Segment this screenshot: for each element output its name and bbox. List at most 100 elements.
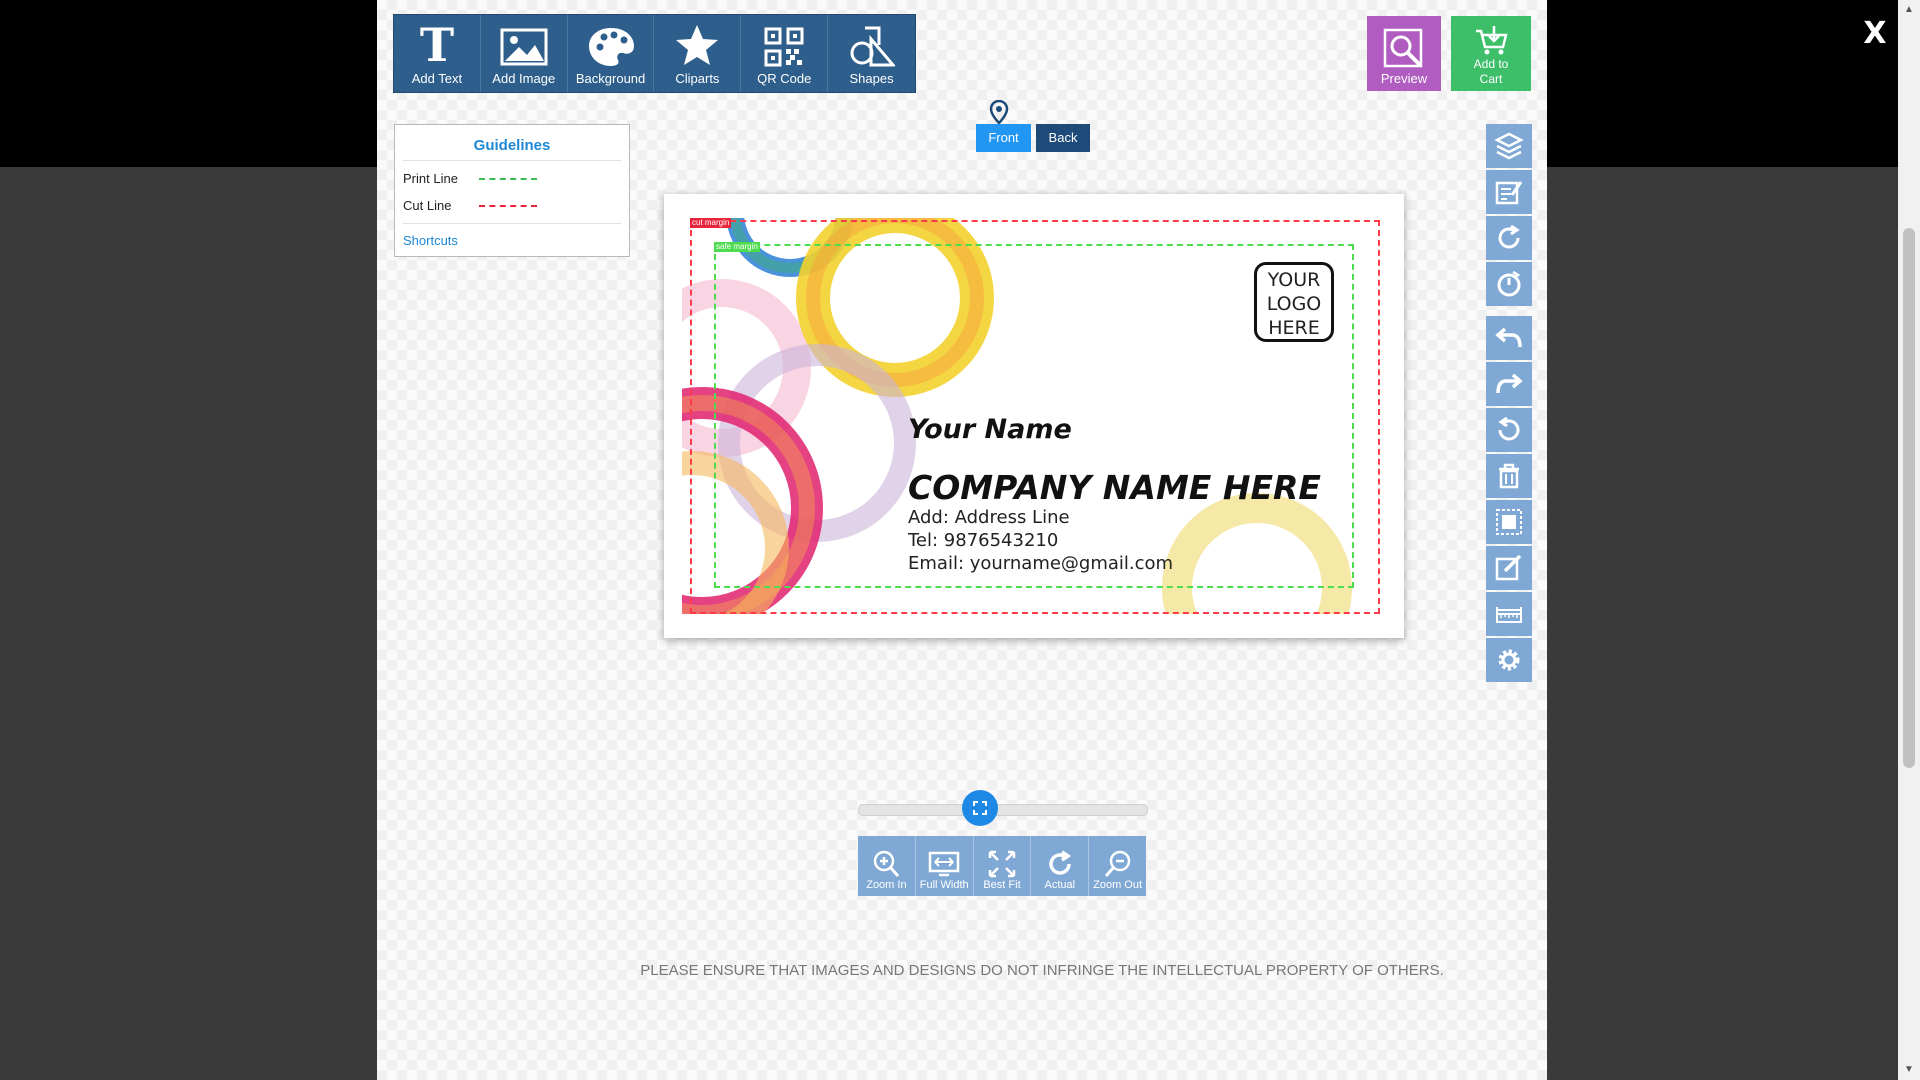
- redo-button[interactable]: [1486, 362, 1532, 406]
- rotate-circle-icon: [1497, 270, 1521, 297]
- zoom-slider-track[interactable]: [858, 804, 1148, 816]
- zoom-out-icon: [1104, 850, 1130, 877]
- add-to-cart-label-1: Add to: [1473, 57, 1509, 71]
- name-text[interactable]: Your Name: [908, 414, 1072, 445]
- background-label: Background: [575, 71, 646, 86]
- ruler-icon: [1496, 607, 1522, 623]
- edit-icon: [1495, 554, 1522, 581]
- trash-icon: [1499, 463, 1519, 489]
- settings-icon: [1498, 649, 1520, 671]
- qr-code-label: QR Code: [757, 71, 812, 86]
- edit-button[interactable]: [1486, 546, 1532, 590]
- cut-line-swatch: [479, 204, 537, 207]
- ruler-button[interactable]: [1486, 592, 1532, 636]
- logo-line-1: YOUR: [1267, 269, 1321, 291]
- actual-size-label: Actual: [1044, 879, 1076, 891]
- ip-disclaimer: PLEASE ENSURE THAT IMAGES AND DESIGNS DO…: [640, 962, 1444, 979]
- zoom-slider-handle[interactable]: [961, 790, 998, 826]
- cart-icon: [1476, 26, 1508, 55]
- reset-icon: [1498, 416, 1520, 441]
- add-image-button[interactable]: Add Image: [481, 15, 568, 92]
- cut-line-legend: Cut Line: [403, 192, 621, 219]
- reset-button[interactable]: [1486, 408, 1532, 452]
- undo-icon: [1495, 327, 1522, 348]
- address-text[interactable]: Add: Address Line: [908, 507, 1070, 528]
- scroll-thumb[interactable]: [1903, 228, 1915, 768]
- edit-note-icon: [1495, 181, 1523, 205]
- designer-panel: T Add Text Add Image Background Cliparts…: [377, 0, 1547, 1080]
- shortcuts-link[interactable]: Shortcuts: [403, 223, 621, 248]
- print-line-label: Print Line: [403, 171, 458, 186]
- undo-button[interactable]: [1486, 316, 1532, 360]
- shapes-button[interactable]: Shapes: [828, 15, 915, 92]
- select-all-icon: [1496, 509, 1522, 535]
- text-icon: T: [420, 23, 454, 67]
- scroll-down-arrow-icon[interactable]: ▼: [1898, 1060, 1920, 1080]
- best-fit-button[interactable]: Best Fit: [974, 836, 1032, 896]
- add-to-cart-label-2: Cart: [1479, 72, 1503, 86]
- qr-code-button[interactable]: QR Code: [741, 15, 829, 92]
- cliparts-button[interactable]: Cliparts: [654, 15, 742, 92]
- page-scrollbar[interactable]: ▲ ▼: [1898, 0, 1920, 1080]
- select-all-button[interactable]: [1486, 500, 1532, 544]
- tab-back[interactable]: Back: [1036, 124, 1090, 152]
- print-line-swatch: [479, 177, 537, 180]
- delete-button[interactable]: [1486, 454, 1532, 498]
- object-tools: [1486, 124, 1532, 684]
- company-text[interactable]: COMPANY NAME HERE: [908, 468, 1321, 507]
- email-text[interactable]: Email: yourname@gmail.com: [908, 553, 1173, 574]
- preview-button[interactable]: Preview: [1367, 16, 1441, 91]
- tel-text[interactable]: Tel: 9876543210: [908, 530, 1058, 551]
- rotate-circle-button[interactable]: [1486, 262, 1532, 306]
- safe-margin-tag: safe margin: [714, 242, 760, 252]
- design-toolbar: T Add Text Add Image Background Cliparts…: [393, 14, 916, 93]
- layers-button[interactable]: [1486, 124, 1532, 168]
- refresh-icon: [1049, 850, 1071, 875]
- edit-note-button[interactable]: [1486, 170, 1532, 214]
- add-to-cart-button[interactable]: Add to Cart: [1451, 16, 1531, 91]
- layers-icon: [1494, 132, 1524, 160]
- redo-icon: [1496, 373, 1523, 394]
- cut-line-label: Cut Line: [403, 198, 452, 213]
- add-text-button[interactable]: T Add Text: [394, 15, 481, 92]
- actual-size-button[interactable]: Actual: [1031, 836, 1090, 896]
- add-image-label: Add Image: [492, 71, 556, 86]
- shapes-icon: [850, 26, 895, 67]
- full-width-icon: [928, 851, 960, 877]
- guidelines-title: Guidelines: [403, 125, 621, 161]
- full-width-button[interactable]: Full Width: [916, 836, 974, 896]
- palette-icon: [588, 28, 634, 66]
- settings-button[interactable]: [1486, 638, 1532, 682]
- logo-line-3: HERE: [1268, 317, 1320, 339]
- full-width-label: Full Width: [919, 879, 969, 891]
- shapes-label: Shapes: [849, 71, 894, 86]
- star-icon: [676, 25, 719, 65]
- tab-front[interactable]: Front: [976, 124, 1031, 152]
- cut-margin-tag: cut margin: [690, 218, 732, 228]
- logo-line-2: LOGO: [1266, 293, 1322, 315]
- background-button[interactable]: Background: [568, 15, 655, 92]
- logo-placeholder[interactable]: YOUR LOGO HERE: [1254, 262, 1334, 342]
- zoom-in-label: Zoom In: [866, 879, 907, 891]
- print-line-legend: Print Line: [403, 165, 621, 192]
- qr-code-icon: [764, 27, 804, 67]
- cliparts-label: Cliparts: [675, 71, 720, 86]
- expand-icon: [972, 801, 987, 815]
- zoom-out-label: Zoom Out: [1093, 879, 1143, 891]
- rotate-icon: [1498, 224, 1520, 249]
- zoom-in-button[interactable]: Zoom In: [858, 836, 916, 896]
- preview-icon: [1383, 28, 1423, 68]
- rotate-button[interactable]: [1486, 216, 1532, 260]
- guidelines-box: Guidelines Print Line Cut Line Shortcuts: [394, 124, 630, 257]
- zoom-out-button[interactable]: Zoom Out: [1089, 836, 1146, 896]
- zoom-toolbar: Zoom In Full Width Best Fit Actual Zoom …: [858, 836, 1146, 896]
- zoom-in-icon: [874, 850, 900, 877]
- location-pin-icon: [989, 100, 1009, 124]
- svg-text:T: T: [420, 23, 454, 67]
- business-card-canvas[interactable]: cut margin safe margin YOUR LOGO HERE Yo…: [664, 194, 1404, 638]
- close-button[interactable]: X: [1855, 14, 1895, 54]
- scroll-up-arrow-icon[interactable]: ▲: [1898, 0, 1920, 20]
- best-fit-icon: [988, 850, 1016, 878]
- preview-label: Preview: [1380, 71, 1428, 86]
- best-fit-label: Best Fit: [983, 879, 1021, 891]
